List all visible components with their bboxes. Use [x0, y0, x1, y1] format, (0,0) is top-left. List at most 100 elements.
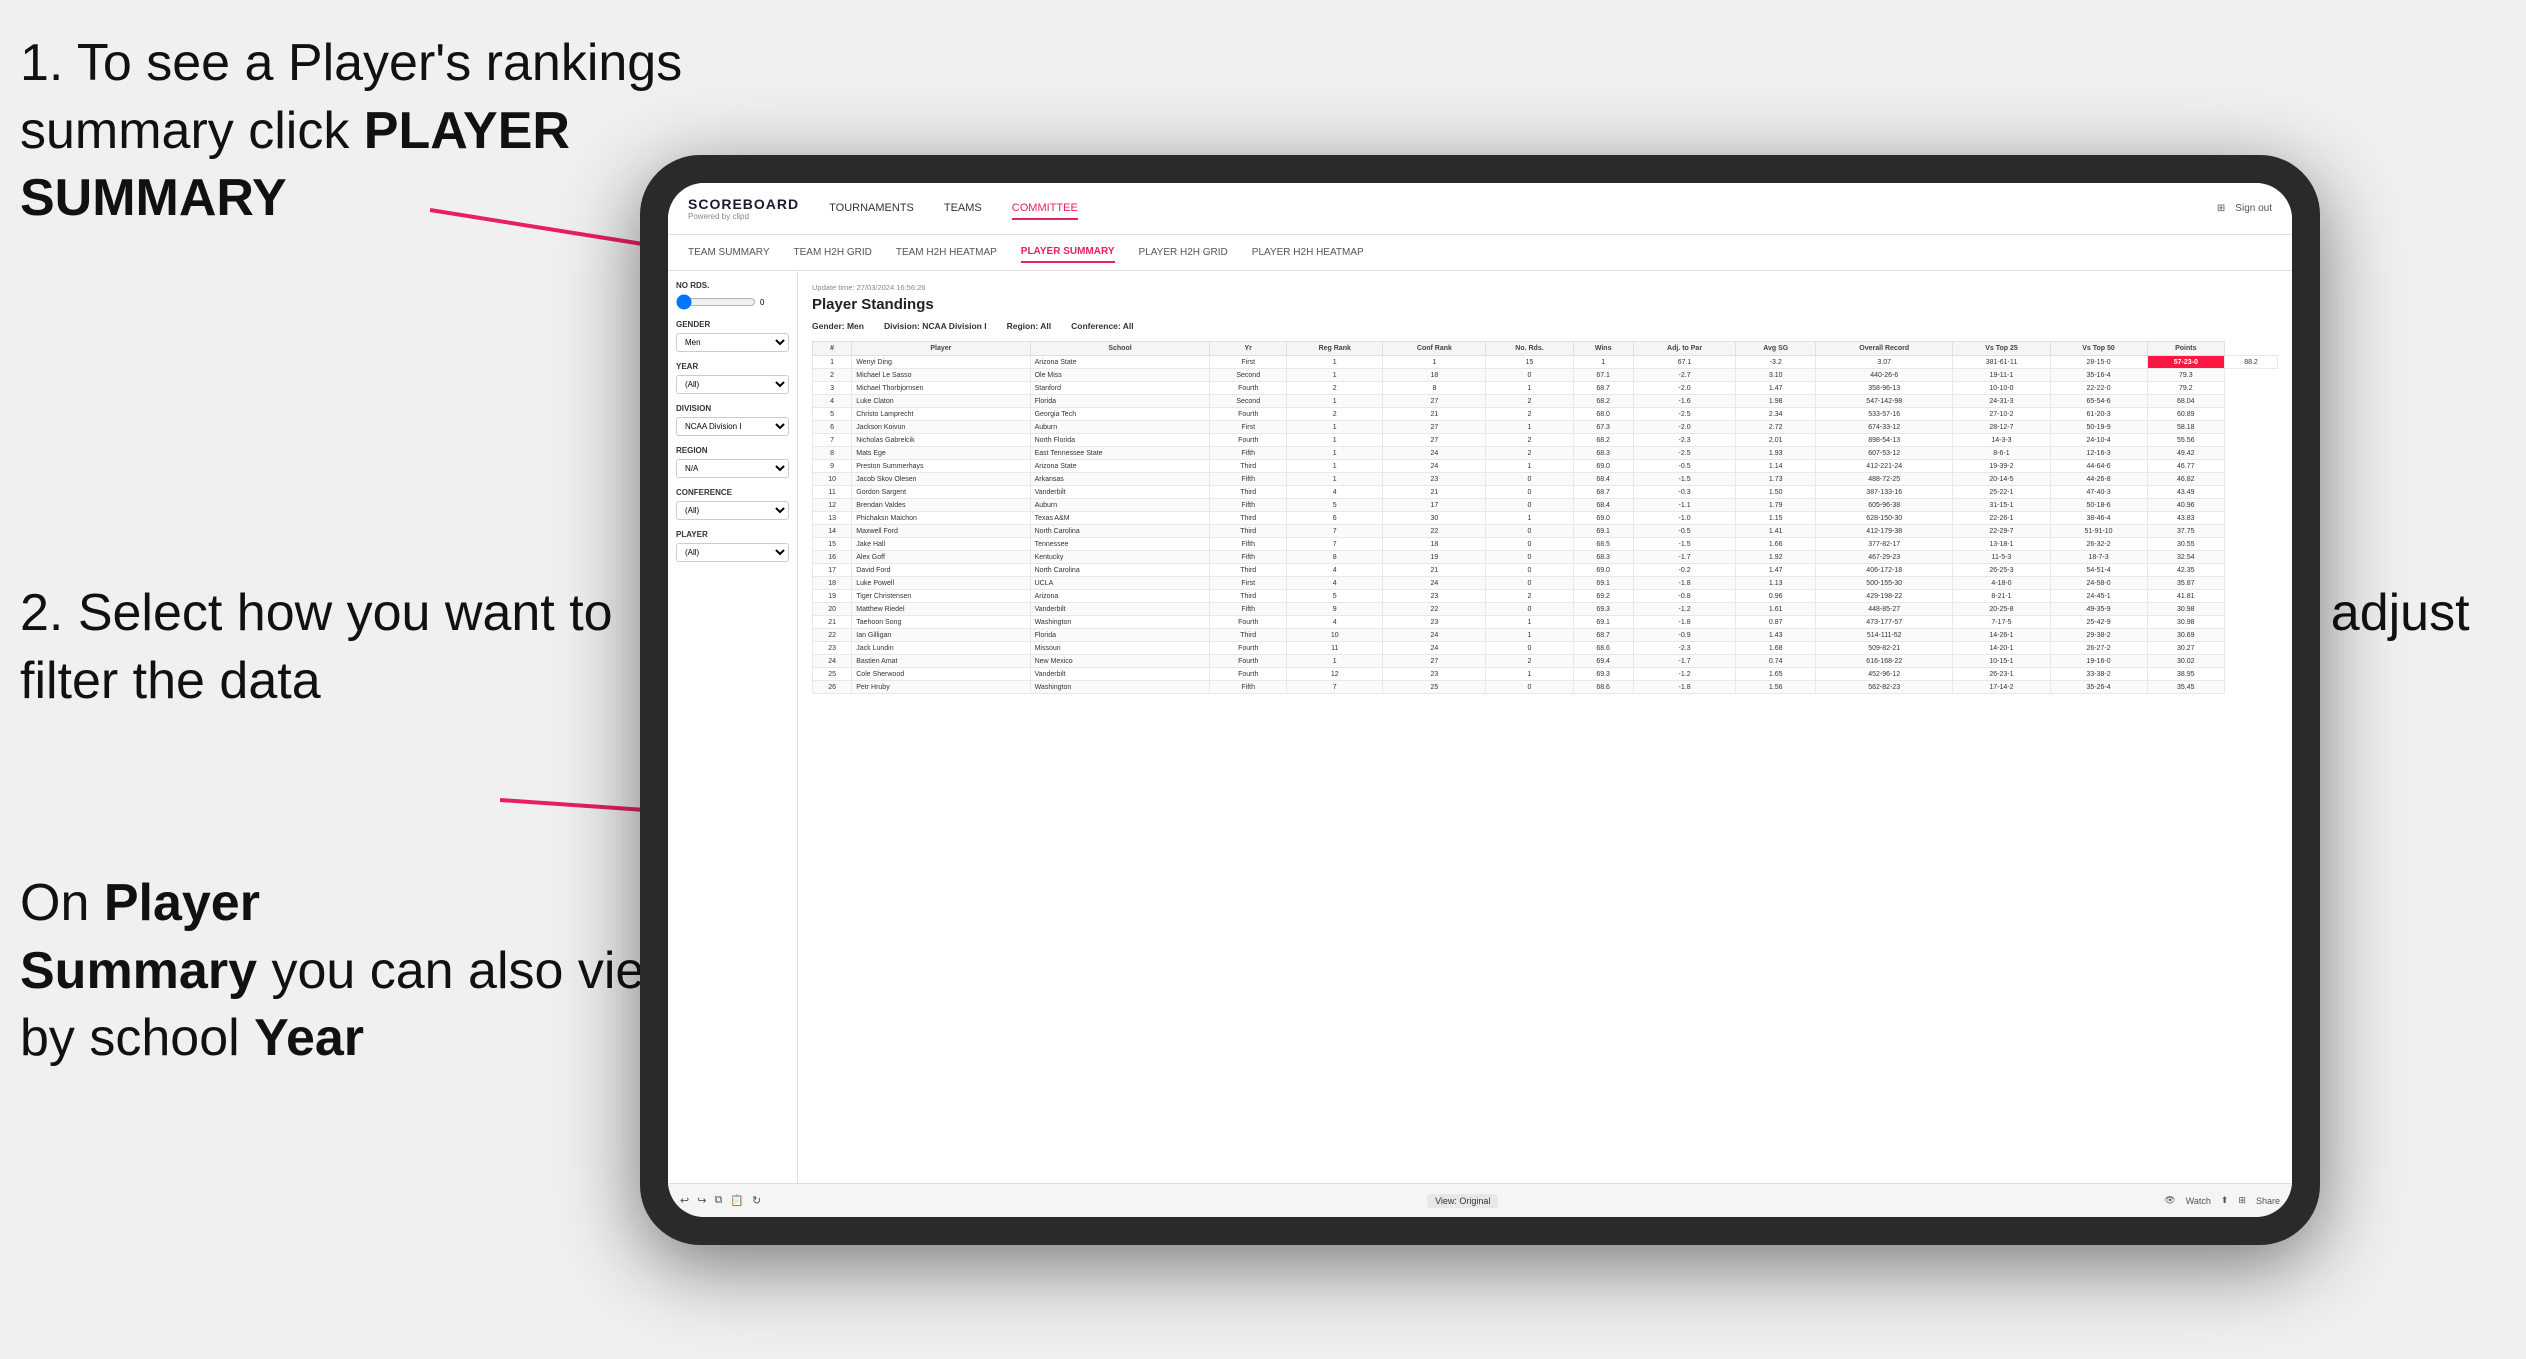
sub-nav-team-h2h-heatmap[interactable]: TEAM H2H HEATMAP [896, 243, 997, 262]
slider-container: 0 [676, 294, 789, 310]
filter-gender: Gender: Men [812, 321, 864, 331]
conference-label: Conference [676, 488, 789, 497]
table-row: 18Luke PowellUCLAFirst424069.1-1.81.1350… [813, 577, 2278, 590]
sub-nav-player-h2h-grid[interactable]: PLAYER H2H GRID [1139, 243, 1228, 262]
table-row: 1Wenyi DingArizona StateFirst1115167.1-3… [813, 356, 2278, 369]
col-conf-rank: Conf Rank [1383, 342, 1486, 356]
table-row: 15Jake HallTennesseeFifth718068.5-1.51.6… [813, 538, 2278, 551]
table-row: 25Cole SherwoodVanderbiltFourth1223169.3… [813, 668, 2278, 681]
division-select[interactable]: NCAA Division I [676, 417, 789, 436]
view-label: View: Original [1427, 1194, 1498, 1208]
table-row: 23Jack LundinMissouriFourth1124068.6-2.3… [813, 642, 2278, 655]
no-rds-label: No Rds. [676, 281, 789, 290]
filters-row: Gender: Men Division: NCAA Division I Re… [812, 321, 2278, 331]
player-select[interactable]: (All) [676, 543, 789, 562]
table-row: 24Bastien AmatNew MexicoFourth127269.4-1… [813, 655, 2278, 668]
table-row: 16Alex GoffKentuckyFifth819068.3-1.71.92… [813, 551, 2278, 564]
table-row: 2Michael Le SassoOle MissSecond118067.1-… [813, 369, 2278, 382]
undo-button[interactable]: ↩ [680, 1194, 689, 1207]
sub-nav-player-h2h-heatmap[interactable]: PLAYER H2H HEATMAP [1252, 243, 1364, 262]
share-label[interactable]: Share [2256, 1196, 2280, 1206]
sidebar: No Rds. 0 Gender Men Year (All) [668, 271, 798, 1183]
col-vs-top50: Vs Top 50 [2050, 342, 2147, 356]
col-adj-par: Adj. to Par [1633, 342, 1736, 356]
nav-tournaments[interactable]: TOURNAMENTS [829, 198, 914, 220]
filter-region: Region: All [1007, 321, 1052, 331]
nav-links: TOURNAMENTS TEAMS COMMITTEE [829, 198, 2217, 220]
gender-section: Gender Men [676, 320, 789, 352]
conference-section: Conference (All) [676, 488, 789, 520]
annotation-bottom-left: On PlayerSummary you can also view by sc… [20, 870, 700, 1073]
table-row: 6Jackson KoivunAuburnFirst127167.3-2.02.… [813, 421, 2278, 434]
sign-out-link[interactable]: Sign out [2235, 203, 2272, 214]
filter-conference: Conference: All [1071, 321, 1134, 331]
year-select[interactable]: (All) [676, 375, 789, 394]
col-yr: Yr [1210, 342, 1287, 356]
bottom-toolbar: ↩ ↪ ⧉ 📋 ↻ View: Original 👁 Watch ⬆ ⊞ Sha… [668, 1183, 2292, 1217]
col-wins: Wins [1573, 342, 1633, 356]
watch-icon: 👁 [2164, 1195, 2175, 1206]
export-icon[interactable]: ⬆ [2221, 1195, 2229, 1206]
nav-teams[interactable]: TEAMS [944, 198, 982, 220]
player-label: Player [676, 530, 789, 539]
sub-nav-player-summary[interactable]: PLAYER SUMMARY [1021, 242, 1115, 263]
division-section: Division NCAA Division I [676, 404, 789, 436]
tablet-frame: SCOREBOARD Powered by clipd TOURNAMENTS … [640, 155, 2320, 1245]
no-rds-section: No Rds. 0 [676, 281, 789, 310]
standings-table: # Player School Yr Reg Rank Conf Rank No… [812, 341, 2278, 694]
col-points: Points [2147, 342, 2224, 356]
table-row: 7Nicholas GabrelcikNorth FloridaFourth12… [813, 434, 2278, 447]
conference-select[interactable]: (All) [676, 501, 789, 520]
grid-icon[interactable]: ⊞ [2238, 1195, 2246, 1206]
table-row: 8Mats EgeEast Tennessee StateFifth124268… [813, 447, 2278, 460]
nav-committee[interactable]: COMMITTEE [1012, 198, 1078, 220]
update-time: Update time: 27/03/2024 16:56:26 [812, 283, 2278, 292]
copy-button[interactable]: ⧉ [714, 1194, 722, 1207]
refresh-button[interactable]: ↻ [752, 1194, 761, 1207]
region-select[interactable]: N/A [676, 459, 789, 478]
year-section: Year (All) [676, 362, 789, 394]
table-row: 22Ian GilliganFloridaThird1024168.7-0.91… [813, 629, 2278, 642]
col-no-rds: No. Rds. [1486, 342, 1573, 356]
col-school: School [1030, 342, 1210, 356]
toolbar-left: ↩ ↪ ⧉ 📋 ↻ [680, 1194, 761, 1207]
no-rds-slider[interactable] [676, 294, 756, 310]
gender-label: Gender [676, 320, 789, 329]
col-player: Player [852, 342, 1030, 356]
year-label: Year [676, 362, 789, 371]
tablet-screen: SCOREBOARD Powered by clipd TOURNAMENTS … [668, 183, 2292, 1217]
gender-select[interactable]: Men [676, 333, 789, 352]
col-rank: # [813, 342, 852, 356]
table-row: 11Gordon SargentVanderbiltThird421068.7-… [813, 486, 2278, 499]
sub-nav-team-h2h-grid[interactable]: TEAM H2H GRID [794, 243, 872, 262]
table-row: 12Brendan ValdesAuburnFifth517068.4-1.11… [813, 499, 2278, 512]
redo-button[interactable]: ↪ [697, 1194, 706, 1207]
logo-area: SCOREBOARD Powered by clipd [688, 196, 799, 221]
table-row: 26Petr HrubyWashingtonFifth725068.6-1.81… [813, 681, 2278, 694]
table-row: 17David FordNorth CarolinaThird421069.0-… [813, 564, 2278, 577]
sub-nav: TEAM SUMMARY TEAM H2H GRID TEAM H2H HEAT… [668, 235, 2292, 271]
col-vs-top25: Vs Top 25 [1953, 342, 2050, 356]
table-row: 19Tiger ChristensenArizonaThird523269.2-… [813, 590, 2278, 603]
paste-button[interactable]: 📋 [730, 1194, 744, 1207]
table-row: 10Jacob Skov OlesenArkansasFifth123068.4… [813, 473, 2278, 486]
sub-nav-team-summary[interactable]: TEAM SUMMARY [688, 243, 770, 262]
table-row: 9Preston SummerhaysArizona StateThird124… [813, 460, 2278, 473]
col-avg-sg: Avg SG [1736, 342, 1816, 356]
annotation-mid-left: 2. Select how you want to filter the dat… [20, 580, 670, 715]
table-row: 5Christo LamprechtGeorgia TechFourth2212… [813, 408, 2278, 421]
main-content: No Rds. 0 Gender Men Year (All) [668, 271, 2292, 1183]
table-header-row: # Player School Yr Reg Rank Conf Rank No… [813, 342, 2278, 356]
division-label: Division [676, 404, 789, 413]
nav-right: ⊞ Sign out [2217, 203, 2272, 214]
table-area: Update time: 27/03/2024 16:56:26 Player … [798, 271, 2292, 1183]
logo-text: SCOREBOARD [688, 196, 799, 212]
nav-icon-1: ⊞ [2217, 203, 2225, 214]
watch-label[interactable]: Watch [2186, 1196, 2211, 1206]
table-row: 3Michael ThorbjornsenStanfordFourth28168… [813, 382, 2278, 395]
toolbar-right: 👁 Watch ⬆ ⊞ Share [2164, 1195, 2280, 1206]
table-row: 13Phichaksn MaichonTexas A&MThird630169.… [813, 512, 2278, 525]
nav-bar: SCOREBOARD Powered by clipd TOURNAMENTS … [668, 183, 2292, 235]
col-reg-rank: Reg Rank [1286, 342, 1383, 356]
filter-division: Division: NCAA Division I [884, 321, 987, 331]
